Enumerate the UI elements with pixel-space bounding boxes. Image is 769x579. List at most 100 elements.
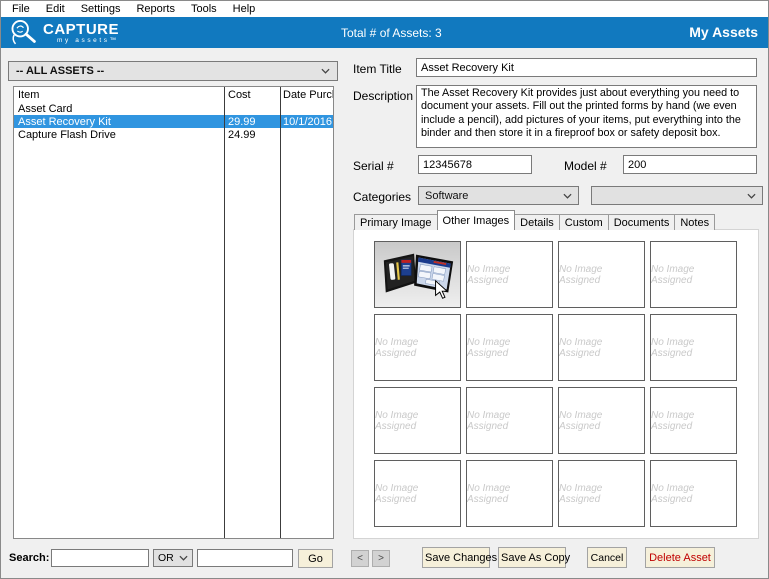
image-slot-7[interactable]: No Image Assigned [558, 314, 645, 381]
table-row-asset-recovery-kit[interactable]: Asset Recovery Kit 29.99 10/1/2016 [14, 115, 333, 128]
serial-label: Serial # [353, 159, 394, 173]
delete-asset-button[interactable]: Delete Asset [645, 547, 715, 568]
tab-documents[interactable]: Documents [607, 214, 676, 230]
logo-title: CAPTURE [43, 20, 120, 38]
all-assets-dropdown[interactable]: -- ALL ASSETS -- [8, 61, 338, 81]
chevron-down-icon [563, 190, 572, 202]
chevron-down-icon [179, 552, 188, 564]
table-row-asset-card[interactable]: Asset Card [14, 102, 333, 115]
menu-tools[interactable]: Tools [183, 2, 225, 16]
table-header-row: Item Cost Date Purch [14, 87, 333, 102]
no-image-label: No Image Assigned [467, 482, 511, 505]
category-dropdown-1[interactable]: Software [418, 186, 579, 205]
no-image-label: No Image Assigned [651, 482, 695, 505]
tab-notes[interactable]: Notes [674, 214, 716, 230]
column-divider [280, 87, 281, 538]
no-image-label: No Image Assigned [467, 409, 511, 432]
search-label: Search: [9, 552, 50, 564]
row-cost-cell: 29.99 [228, 115, 256, 128]
app-logo: CAPTURE my assets™ [7, 18, 119, 47]
save-changes-button[interactable]: Save Changes [422, 547, 497, 568]
column-header-cost[interactable]: Cost [224, 89, 280, 101]
item-title-label: Item Title [353, 62, 402, 76]
no-image-label: No Image Assigned [375, 482, 419, 505]
description-textarea[interactable]: The Asset Recovery Kit provides just abo… [416, 85, 757, 148]
menu-edit[interactable]: Edit [38, 2, 73, 16]
menu-reports[interactable]: Reports [128, 2, 183, 16]
image-slot-12[interactable]: No Image Assigned [650, 387, 737, 454]
column-header-item[interactable]: Item [14, 89, 224, 101]
image-slot-1-thumbnail[interactable] [374, 241, 461, 308]
tab-other-images[interactable]: Other Images [436, 210, 516, 230]
save-as-copy-button[interactable]: Save As Copy [498, 547, 570, 568]
chevron-down-icon [321, 65, 330, 77]
cancel-button[interactable]: Cancel [587, 547, 627, 568]
menu-bar: File Edit Settings Reports Tools Help [1, 1, 768, 17]
image-slot-8[interactable]: No Image Assigned [650, 314, 737, 381]
image-slot-14[interactable]: No Image Assigned [466, 460, 553, 527]
tab-custom[interactable]: Custom [558, 214, 609, 230]
search-input-2[interactable] [197, 549, 293, 567]
image-slot-9[interactable]: No Image Assigned [374, 387, 461, 454]
tab-primary-image[interactable]: Primary Image [354, 214, 438, 230]
image-slot-16[interactable]: No Image Assigned [650, 460, 737, 527]
description-label: Description [353, 89, 414, 103]
row-item-cell: Capture Flash Drive [18, 128, 116, 141]
row-item-cell: Asset Recovery Kit [18, 115, 111, 128]
image-slot-13[interactable]: No Image Assigned [374, 460, 461, 527]
no-image-label: No Image Assigned [559, 409, 603, 432]
menu-help[interactable]: Help [225, 2, 264, 16]
action-button-row: Save Changes Save As Copy Cancel Delete Ass… [422, 547, 715, 568]
menu-settings[interactable]: Settings [73, 2, 129, 16]
image-slot-3[interactable]: No Image Assigned [558, 241, 645, 308]
no-image-label: No Image Assigned [559, 263, 603, 286]
serial-input[interactable] [418, 155, 532, 174]
search-operator-dropdown[interactable]: OR [153, 549, 193, 567]
no-image-label: No Image Assigned [651, 336, 695, 359]
search-input-1[interactable] [51, 549, 149, 567]
column-divider [224, 87, 225, 538]
menu-file[interactable]: File [4, 2, 38, 16]
tab-details[interactable]: Details [514, 214, 560, 230]
categories-label: Categories [353, 190, 412, 204]
category-dropdown-2[interactable] [591, 186, 763, 205]
image-slot-4[interactable]: No Image Assigned [650, 241, 737, 308]
asset-list-table: Item Cost Date Purch Asset Card Asset Rec… [13, 86, 334, 539]
chevron-down-icon [747, 190, 756, 202]
logo-text: CAPTURE my assets™ [43, 22, 119, 44]
total-assets-label: Total # of Assets: 3 [341, 26, 442, 40]
go-button[interactable]: Go [298, 549, 333, 568]
no-image-label: No Image Assigned [467, 263, 511, 286]
image-slot-2[interactable]: No Image Assigned [466, 241, 553, 308]
row-cost-cell: 24.99 [228, 128, 256, 141]
logo-subtitle: my assets™ [57, 36, 119, 44]
table-body: Asset Card Asset Recovery Kit 29.99 10/1/20… [14, 102, 333, 141]
image-slot-10[interactable]: No Image Assigned [466, 387, 553, 454]
next-asset-button[interactable]: > [372, 550, 390, 567]
app-window: File Edit Settings Reports Tools Help CAPTURE… [0, 0, 769, 579]
no-image-label: No Image Assigned [651, 409, 695, 432]
category-dropdown-1-value: Software [425, 189, 469, 202]
table-row-capture-flash-drive[interactable]: Capture Flash Drive 24.99 [14, 128, 333, 141]
no-image-label: No Image Assigned [375, 409, 419, 432]
previous-asset-button[interactable]: < [351, 550, 369, 567]
row-date-cell: 10/1/2016 [283, 115, 332, 128]
no-image-label: No Image Assigned [651, 263, 695, 286]
row-item-cell: Asset Card [18, 102, 73, 115]
magnifier-head-icon [11, 20, 36, 45]
no-image-label: No Image Assigned [375, 336, 419, 359]
column-header-date-purch[interactable]: Date Purch [280, 89, 333, 101]
image-slot-6[interactable]: No Image Assigned [466, 314, 553, 381]
image-slot-15[interactable]: No Image Assigned [558, 460, 645, 527]
tab-bar: Primary Image Other Images Details Custom Do… [354, 210, 716, 230]
search-operator-value: OR [158, 552, 174, 564]
other-images-panel: No Image Assigned No Image Assigned No Ima… [353, 229, 759, 539]
page-title: My Assets [689, 24, 758, 40]
item-title-input[interactable] [416, 58, 757, 77]
all-assets-dropdown-value: -- ALL ASSETS -- [16, 65, 105, 77]
image-slot-11[interactable]: No Image Assigned [558, 387, 645, 454]
no-image-label: No Image Assigned [559, 482, 603, 505]
image-slot-5[interactable]: No Image Assigned [374, 314, 461, 381]
no-image-label: No Image Assigned [467, 336, 511, 359]
model-input[interactable] [623, 155, 757, 174]
